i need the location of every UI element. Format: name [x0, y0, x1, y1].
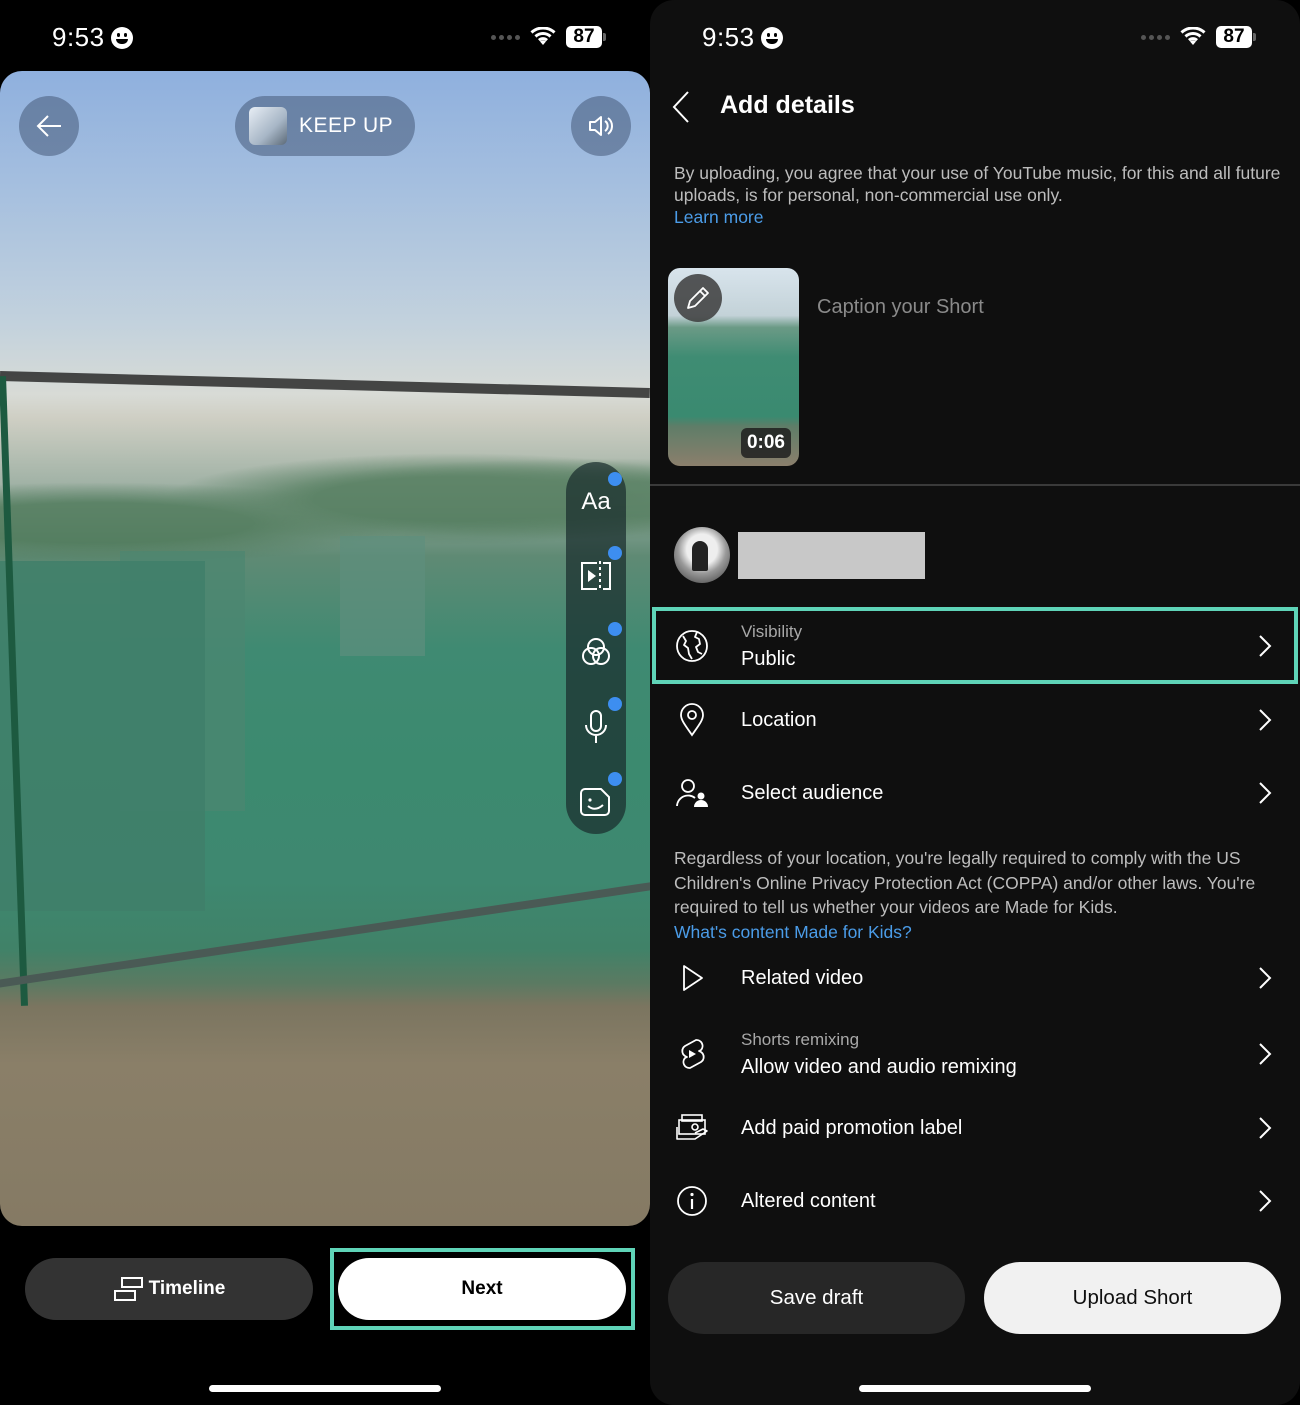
home-indicator[interactable]	[859, 1385, 1091, 1392]
shorts-editor-screen: 9:53 87 KEEP UP Aa Timeline Next	[0, 0, 650, 1405]
album-art	[249, 107, 287, 145]
chevron-right-icon	[1259, 1190, 1272, 1212]
coppa-notice: Regardless of your location, you're lega…	[674, 846, 1284, 944]
visibility-highlight	[652, 607, 1298, 684]
setting-label: Related video	[741, 966, 864, 989]
battery-level: 87	[1216, 26, 1252, 48]
location-pin-icon	[674, 702, 710, 738]
setting-label: Add paid promotion label	[741, 1116, 963, 1139]
filters-tool-button[interactable]	[576, 622, 622, 672]
status-bar: 9:53 87	[0, 0, 650, 72]
sticker-icon	[580, 788, 610, 816]
new-badge-dot	[608, 546, 622, 560]
account-row	[674, 527, 925, 583]
speaker-icon	[589, 116, 613, 136]
wifi-icon	[530, 27, 556, 45]
trim-tool-button[interactable]	[576, 546, 622, 596]
battery-level: 87	[566, 26, 602, 48]
signal-dots-icon	[491, 34, 520, 40]
setting-remixing[interactable]: Shorts remixing Allow video and audio re…	[650, 1022, 1300, 1086]
new-badge-dot	[608, 472, 622, 486]
divider	[650, 484, 1300, 486]
text-tool-button[interactable]: Aa	[576, 472, 622, 522]
setting-paid-promotion[interactable]: Add paid promotion label	[650, 1108, 1300, 1148]
status-time: 9:53	[52, 22, 105, 52]
page-title: Add details	[720, 91, 855, 119]
wifi-icon	[1180, 27, 1206, 45]
smiley-icon	[760, 26, 783, 49]
page-header: Add details	[650, 85, 1300, 129]
setting-label: Select audience	[741, 781, 884, 804]
voiceover-tool-button[interactable]	[576, 697, 622, 747]
chevron-right-icon	[1259, 782, 1272, 804]
pencil-icon	[687, 287, 709, 309]
new-badge-dot	[608, 772, 622, 786]
chevron-right-icon	[1259, 1043, 1272, 1065]
edit-thumbnail-button[interactable]	[674, 274, 722, 322]
avatar	[674, 527, 730, 583]
setting-altered-content[interactable]: Altered content	[650, 1181, 1300, 1221]
play-outline-icon	[674, 960, 710, 996]
setting-label: Altered content	[741, 1189, 876, 1212]
back-button[interactable]	[19, 96, 79, 156]
status-bar: 9:53 87	[650, 0, 1300, 72]
setting-sublabel: Shorts remixing	[741, 1029, 860, 1049]
made-for-kids-link[interactable]: What's content Made for Kids?	[674, 920, 1284, 945]
trim-icon	[581, 561, 611, 591]
battery-icon: 87	[1216, 26, 1256, 48]
filters-icon	[582, 638, 610, 665]
signal-dots-icon	[1141, 34, 1170, 40]
text-icon: Aa	[581, 488, 611, 515]
music-disclaimer: By uploading, you agree that your use of…	[674, 162, 1284, 228]
learn-more-link[interactable]: Learn more	[674, 206, 1284, 228]
info-icon	[674, 1183, 710, 1219]
setting-location[interactable]: Location	[650, 700, 1300, 740]
paid-promotion-icon	[674, 1110, 710, 1146]
arrow-left-icon	[36, 115, 61, 137]
setting-label: Allow video and audio remixing	[741, 1055, 1017, 1078]
new-badge-dot	[608, 697, 622, 711]
upload-short-button[interactable]: Upload Short	[984, 1262, 1281, 1334]
timeline-icon	[113, 1277, 143, 1301]
next-button-highlight: Next	[330, 1248, 635, 1330]
save-draft-button[interactable]: Save draft	[668, 1262, 965, 1334]
timeline-label: Timeline	[148, 1278, 226, 1299]
new-badge-dot	[608, 622, 622, 636]
music-track-title: KEEP UP	[299, 114, 394, 137]
setting-label: Location	[741, 708, 817, 731]
status-time: 9:53	[702, 22, 755, 52]
audience-icon	[674, 775, 710, 811]
shorts-icon	[674, 1036, 710, 1072]
caption-input[interactable]: Caption your Short	[817, 296, 984, 319]
chevron-right-icon	[1259, 709, 1272, 731]
back-chevron-icon[interactable]	[670, 89, 694, 125]
battery-icon: 87	[566, 26, 606, 48]
disclaimer-text: By uploading, you agree that your use of…	[674, 163, 1281, 205]
video-duration: 0:06	[740, 428, 791, 458]
setting-audience[interactable]: Select audience	[650, 773, 1300, 813]
sound-button[interactable]	[571, 96, 631, 156]
smiley-icon	[110, 26, 133, 49]
home-indicator[interactable]	[209, 1385, 441, 1392]
music-track-button[interactable]: KEEP UP	[235, 96, 415, 156]
microphone-icon	[585, 710, 607, 743]
timeline-button[interactable]: Timeline	[25, 1258, 313, 1320]
next-button[interactable]: Next	[338, 1258, 626, 1320]
setting-related-video[interactable]: Related video	[650, 958, 1300, 998]
short-thumbnail[interactable]: 0:06	[668, 268, 799, 466]
editing-toolbar: Aa	[566, 462, 626, 834]
coppa-text: Regardless of your location, you're lega…	[674, 848, 1256, 917]
redacted-channel-name	[738, 531, 925, 579]
chevron-right-icon	[1259, 1117, 1272, 1139]
video-preview[interactable]	[0, 71, 650, 1226]
sticker-tool-button[interactable]	[576, 772, 622, 822]
add-details-screen: 9:53 87 Add details By uploading, you ag…	[650, 0, 1300, 1405]
chevron-right-icon	[1259, 967, 1272, 989]
